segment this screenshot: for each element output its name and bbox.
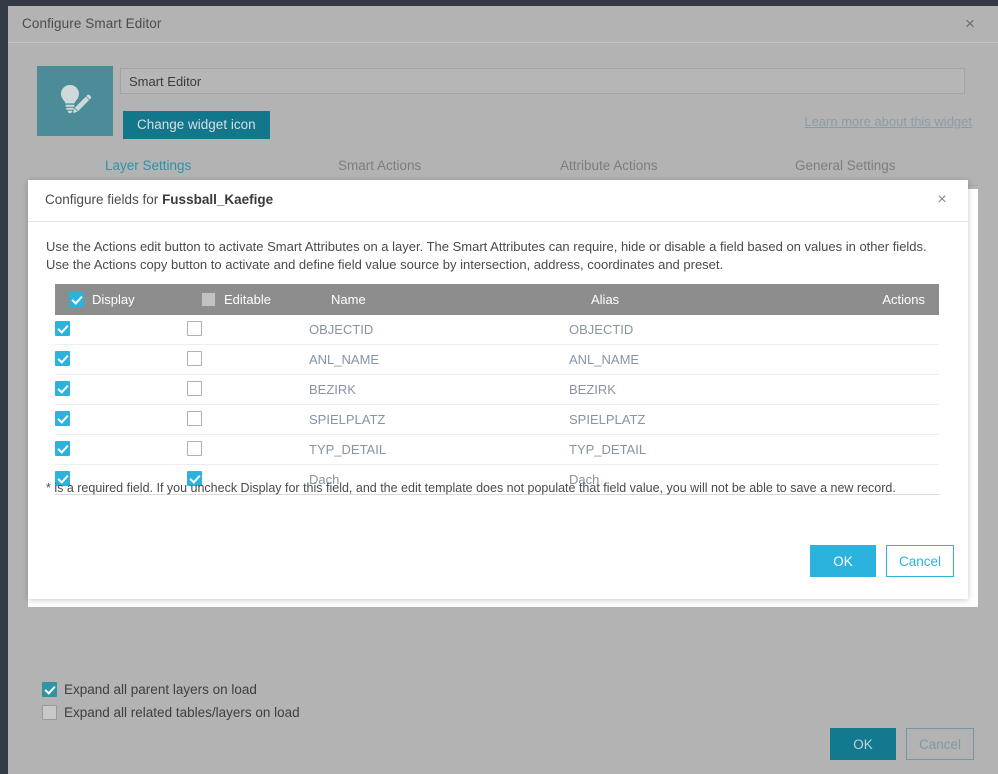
table-row[interactable]: ANL_NAME ANL_NAME xyxy=(55,344,939,375)
modal-title: Configure fields for Fussball_Kaefige xyxy=(45,192,273,207)
row-editable-checkbox[interactable] xyxy=(187,350,202,366)
modal-header: Configure fields for Fussball_Kaefige × xyxy=(28,180,968,222)
row-actions xyxy=(819,315,939,345)
header-name: Name xyxy=(309,284,569,315)
learn-more-link[interactable]: Learn more about this widget xyxy=(804,114,972,129)
row-actions xyxy=(819,374,939,405)
modal-description: Use the Actions edit button to activate … xyxy=(46,239,927,272)
expand-related-tables-checkbox[interactable] xyxy=(42,705,57,720)
row-editable-cell xyxy=(187,374,309,405)
tab-general-settings[interactable]: General Settings xyxy=(795,158,896,173)
row-editable-checkbox[interactable] xyxy=(187,320,202,336)
row-display-cell xyxy=(55,315,187,345)
modal-title-prefix: Configure fields for xyxy=(45,192,163,207)
row-alias: ANL_NAME xyxy=(569,344,819,375)
table-row[interactable]: SPIELPLATZ SPIELPLATZ xyxy=(55,404,939,435)
row-editable-cell xyxy=(187,404,309,435)
header-display-checkbox[interactable] xyxy=(69,292,84,307)
modal-title-layer: Fussball_Kaefige xyxy=(162,192,274,207)
screen-root: Configure Smart Editor × Smart Editor Ch… xyxy=(0,0,998,774)
row-alias: OBJECTID xyxy=(569,315,819,345)
row-editable-checkbox[interactable] xyxy=(187,440,202,456)
header-actions-label: Actions xyxy=(882,292,925,307)
row-editable-cell xyxy=(187,434,309,465)
change-widget-icon-button[interactable]: Change widget icon xyxy=(123,111,270,139)
window-titlebar: Configure Smart Editor × xyxy=(8,6,998,43)
row-display-checkbox[interactable] xyxy=(55,440,70,456)
row-display-cell xyxy=(55,404,187,435)
header-editable: Editable xyxy=(187,284,309,315)
row-editable-cell xyxy=(187,315,309,345)
row-display-cell xyxy=(55,344,187,375)
row-display-cell xyxy=(55,434,187,465)
table-row[interactable]: TYP_DETAIL TYP_DETAIL xyxy=(55,434,939,465)
row-editable-checkbox[interactable] xyxy=(187,410,202,426)
row-display-cell xyxy=(55,374,187,405)
window-cancel-button[interactable]: Cancel xyxy=(906,728,974,760)
modal-footer: OK Cancel xyxy=(810,545,954,577)
row-display-checkbox[interactable] xyxy=(55,380,70,396)
configure-fields-modal: Configure fields for Fussball_Kaefige × … xyxy=(28,180,968,599)
tab-smart-actions[interactable]: Smart Actions xyxy=(338,158,421,173)
row-name: TYP_DETAIL xyxy=(309,434,569,465)
option-expand-related-tables[interactable]: Expand all related tables/layers on load xyxy=(42,702,300,723)
row-display-checkbox[interactable] xyxy=(55,320,70,336)
modal-ok-button[interactable]: OK xyxy=(810,545,876,577)
window-ok-button[interactable]: OK xyxy=(830,728,896,760)
tab-attribute-actions[interactable]: Attribute Actions xyxy=(560,158,658,173)
modal-cancel-button[interactable]: Cancel xyxy=(886,545,954,577)
header-display-label: Display xyxy=(92,292,135,307)
required-field-note: * is a required field. If you uncheck Di… xyxy=(46,481,896,495)
row-alias: BEZIRK xyxy=(569,374,819,405)
fields-table-body: OBJECTID OBJECTID ANL_NAME ANL_NAME BEZI… xyxy=(55,315,939,495)
expand-parent-layers-checkbox[interactable] xyxy=(42,682,57,697)
row-name: ANL_NAME xyxy=(309,344,569,375)
header-editable-label: Editable xyxy=(224,292,271,307)
row-name: BEZIRK xyxy=(309,374,569,405)
option-expand-parent-layers[interactable]: Expand all parent layers on load xyxy=(42,679,300,700)
row-display-checkbox[interactable] xyxy=(55,350,70,366)
window-footer: OK Cancel xyxy=(830,728,974,760)
row-actions xyxy=(819,434,939,465)
page-title: Configure Smart Editor xyxy=(22,16,162,31)
row-editable-checkbox[interactable] xyxy=(187,380,202,396)
expand-parent-layers-label: Expand all parent layers on load xyxy=(64,682,257,697)
header-name-label: Name xyxy=(331,292,366,307)
header-alias: Alias xyxy=(569,284,819,315)
row-name: SPIELPLATZ xyxy=(309,404,569,435)
row-actions xyxy=(819,344,939,375)
table-row[interactable]: OBJECTID OBJECTID xyxy=(55,315,939,345)
header-alias-label: Alias xyxy=(591,292,620,307)
row-alias: TYP_DETAIL xyxy=(569,434,819,465)
fields-table: Display Editable Name Alias Actions OBJE… xyxy=(55,284,939,495)
widget-name-input[interactable] xyxy=(120,68,965,94)
row-actions xyxy=(819,404,939,435)
table-row[interactable]: BEZIRK BEZIRK xyxy=(55,374,939,405)
close-icon[interactable]: × xyxy=(960,14,980,34)
tab-layer-settings[interactable]: Layer Settings xyxy=(105,158,191,173)
layer-load-options: Expand all parent layers on load Expand … xyxy=(42,679,300,725)
modal-close-icon[interactable]: × xyxy=(932,190,952,210)
header-display: Display xyxy=(55,284,187,315)
header-actions: Actions xyxy=(819,284,939,315)
row-display-checkbox[interactable] xyxy=(55,410,70,426)
widget-identity-row: Change widget icon Learn more about this… xyxy=(8,43,998,153)
row-alias: SPIELPLATZ xyxy=(569,404,819,435)
row-editable-cell xyxy=(187,344,309,375)
lightbulb-pencil-icon[interactable] xyxy=(37,66,113,136)
expand-related-tables-label: Expand all related tables/layers on load xyxy=(64,705,300,720)
header-editable-checkbox[interactable] xyxy=(201,292,216,307)
fields-table-header-row: Display Editable Name Alias Actions xyxy=(55,284,939,315)
row-name: OBJECTID xyxy=(309,315,569,345)
